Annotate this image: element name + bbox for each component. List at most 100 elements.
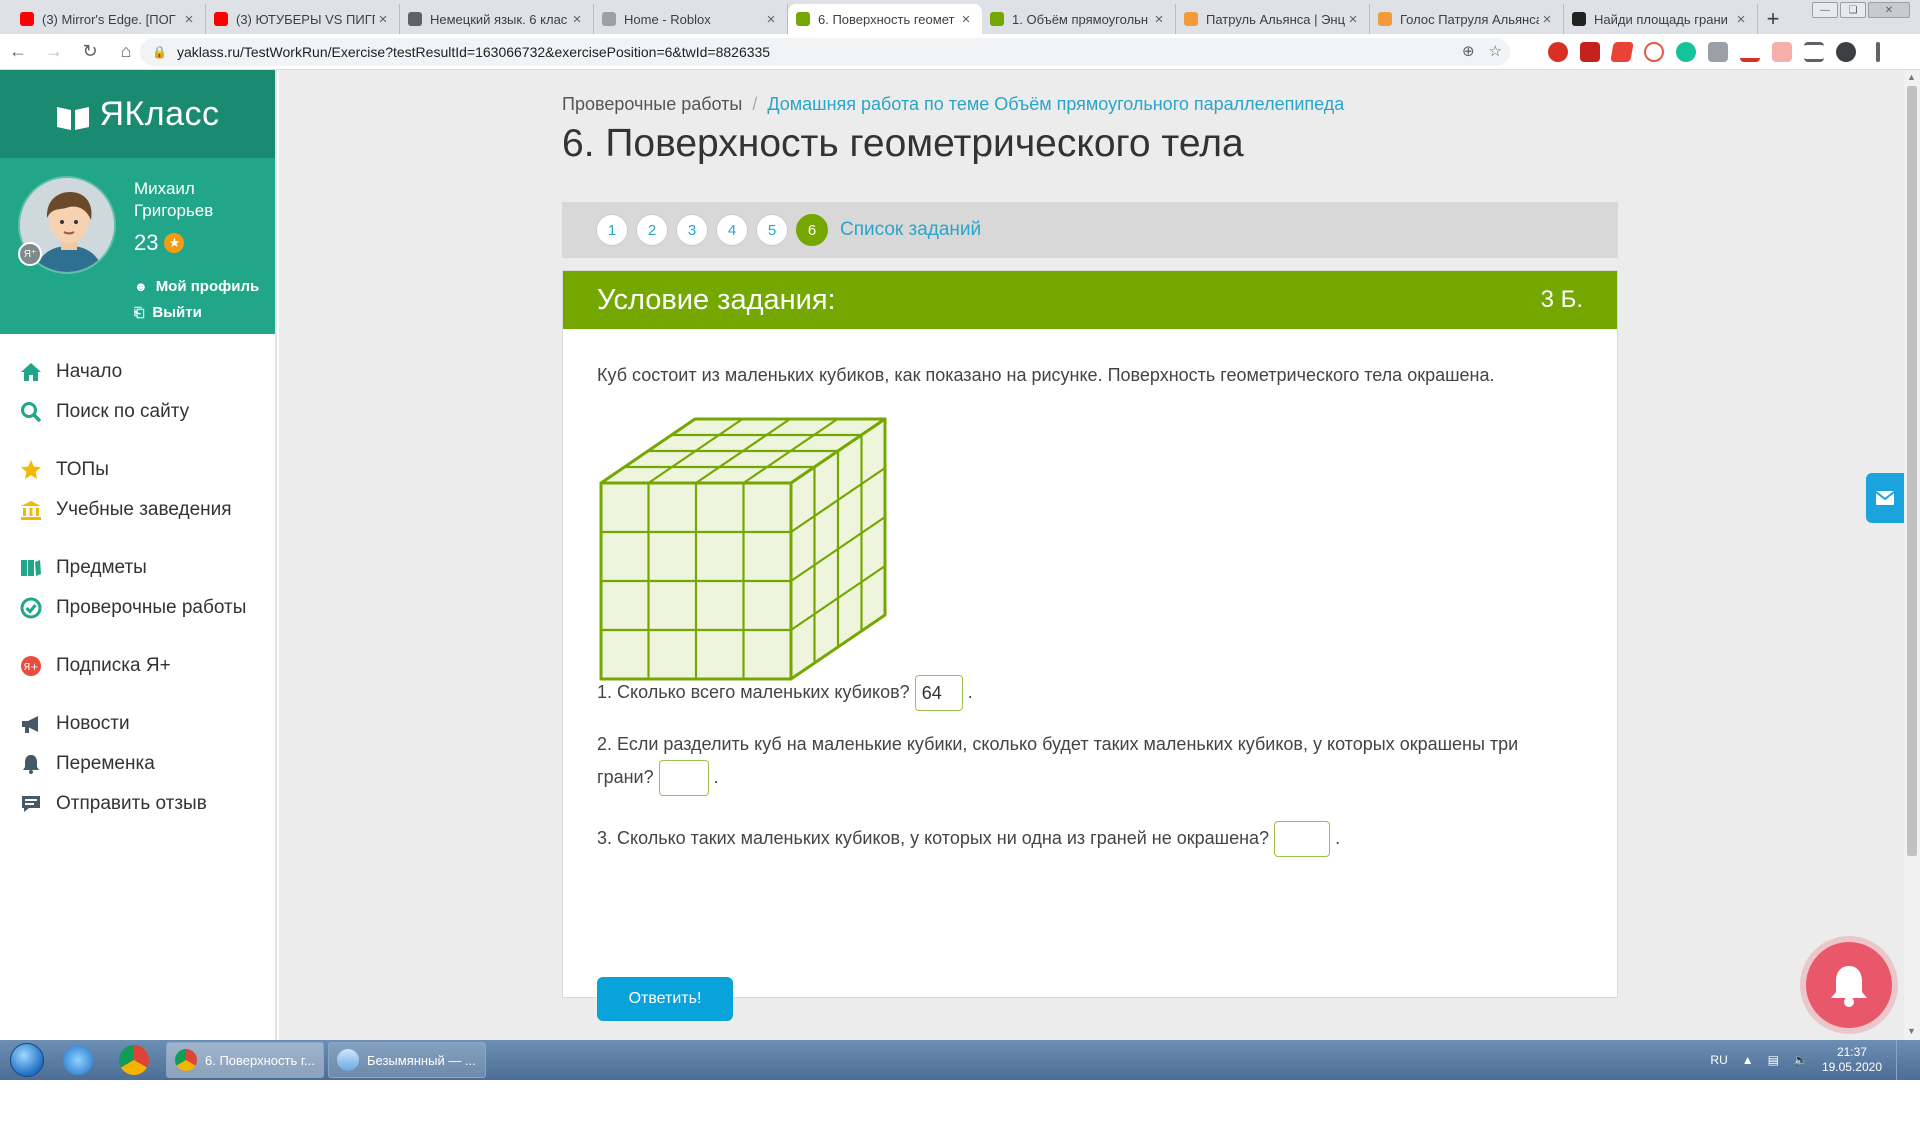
video-extension-icon[interactable] xyxy=(1580,42,1600,62)
sidebar-menu: Начало Поиск по сайту ТОПы Учебные заведени… xyxy=(0,334,275,824)
forward-button[interactable]: → xyxy=(36,34,72,70)
close-tab-icon[interactable]: × xyxy=(1151,11,1167,28)
taskbar-task[interactable]: Безымянный — ... xyxy=(328,1042,486,1078)
browser-tab-strip: (3) Mirror's Edge. [ПОГ × (3) ЮТУБЕРЫ VS П… xyxy=(0,0,1920,34)
home-button[interactable]: ⌂ xyxy=(108,34,144,70)
minimize-button[interactable]: — xyxy=(1812,2,1838,18)
bookmark-star-icon[interactable]: ☆ xyxy=(1489,42,1502,60)
show-desktop-button[interactable] xyxy=(1896,1040,1906,1080)
maximize-button[interactable]: ❏ xyxy=(1840,2,1866,18)
browser-tab[interactable]: (3) Mirror's Edge. [ПОГ × xyxy=(12,4,206,34)
close-window-button[interactable]: ✕ xyxy=(1868,2,1910,18)
reload-button[interactable]: ↻ xyxy=(72,34,108,70)
scrollbar-thumb[interactable] xyxy=(1907,86,1917,856)
submit-answer-button[interactable]: Ответить! xyxy=(597,977,733,1021)
breadcrumb-root[interactable]: Проверочные работы xyxy=(562,94,742,114)
sidebar-item[interactable]: Новости xyxy=(0,704,275,744)
clock[interactable]: 21:37 19.05.2020 xyxy=(1822,1045,1882,1075)
globe-icon xyxy=(408,12,422,26)
kebab-menu-icon[interactable] xyxy=(1876,42,1880,62)
network-icon[interactable]: ▤ xyxy=(1768,1053,1779,1067)
scroll-up-icon[interactable]: ▲ xyxy=(1907,72,1916,82)
scroll-down-icon[interactable]: ▼ xyxy=(1907,1026,1916,1036)
feedback-icon xyxy=(18,791,44,817)
sidebar-item[interactable]: Переменка xyxy=(0,744,275,784)
volume-icon[interactable]: 🔈 xyxy=(1793,1053,1808,1067)
back-button[interactable]: ← xyxy=(0,34,36,70)
browser-tab[interactable]: Немецкий язык. 6 клас × xyxy=(400,4,594,34)
chrome-icon xyxy=(119,1045,149,1075)
answer-1-input[interactable] xyxy=(914,675,963,711)
sidebar-item-label: Отправить отзыв xyxy=(56,793,207,814)
tray-expand-icon[interactable]: ▲ xyxy=(1742,1053,1754,1067)
browser-tab[interactable]: Патруль Альянса | Энц × xyxy=(1176,4,1370,34)
sidebar-item[interactable]: Поиск по сайту xyxy=(0,392,275,432)
tab-list: (3) Mirror's Edge. [ПОГ × (3) ЮТУБЕРЫ VS П… xyxy=(12,4,1758,34)
sidebar-item[interactable]: Начало xyxy=(0,352,275,392)
browser-tab[interactable]: Найди площадь грани × xyxy=(1564,4,1758,34)
exercise-step-button[interactable]: 6 xyxy=(796,214,828,246)
task-list-link[interactable]: Список заданий xyxy=(840,219,981,241)
my-profile-link[interactable]: ☻ Мой профиль xyxy=(134,278,259,295)
speed-extension-icon[interactable] xyxy=(1644,42,1664,62)
exercise-step-button[interactable]: 5 xyxy=(756,214,788,246)
exercise-step-button[interactable]: 2 xyxy=(636,214,668,246)
adblock-extension-icon[interactable] xyxy=(1548,42,1568,62)
start-button[interactable] xyxy=(4,1040,50,1080)
brand-logo[interactable]: ЯКласс xyxy=(0,70,275,158)
user-name[interactable]: Михаил Григорьев xyxy=(134,178,264,222)
page-scrollbar[interactable]: ▲ ▼ xyxy=(1904,70,1920,1040)
sidebar-item[interactable]: Отправить отзыв xyxy=(0,784,275,824)
exercise-step-button[interactable]: 4 xyxy=(716,214,748,246)
close-tab-icon[interactable]: × xyxy=(1345,11,1361,28)
browser-tab-title: Home - Roblox xyxy=(624,11,711,27)
notifications-button[interactable] xyxy=(1806,942,1892,1028)
new-tab-button[interactable]: + xyxy=(1758,4,1788,34)
pinned-chrome[interactable] xyxy=(106,1040,162,1080)
vpn-extension-icon[interactable] xyxy=(1740,42,1760,62)
cube-figure xyxy=(599,417,887,681)
close-tab-icon[interactable]: × xyxy=(958,11,974,28)
browser-tab[interactable]: (3) ЮТУБЕРЫ VS ПИГГ × xyxy=(206,4,400,34)
browser-tab[interactable]: 6. Поверхность геомет × xyxy=(788,4,982,34)
close-tab-icon[interactable]: × xyxy=(375,11,391,28)
browser-tab[interactable]: Home - Roblox × xyxy=(594,4,788,34)
menu-extension-icon[interactable] xyxy=(1804,42,1824,62)
answer-3-input[interactable] xyxy=(1274,821,1331,857)
close-tab-icon[interactable]: × xyxy=(1539,11,1555,28)
sidebar-item[interactable]: Я+ Подписка Я+ xyxy=(0,646,275,686)
browser-tab[interactable]: 1. Объём прямоугольн × xyxy=(982,4,1176,34)
exercise-step-button[interactable]: 3 xyxy=(676,214,708,246)
sidebar-item[interactable]: Предметы xyxy=(0,548,275,588)
task-points: 3 Б. xyxy=(1540,286,1583,313)
bag-extension-icon[interactable] xyxy=(1772,42,1792,62)
sidebar-item[interactable]: Учебные заведения xyxy=(0,490,275,530)
profile-avatar-icon[interactable] xyxy=(1836,42,1856,62)
my-profile-label: Мой профиль xyxy=(155,278,260,295)
address-bar[interactable]: 🔒 yaklass.ru/TestWorkRun/Exercise?testRe… xyxy=(140,38,1510,66)
input-language[interactable]: RU xyxy=(1710,1053,1727,1067)
close-tab-icon[interactable]: × xyxy=(763,11,779,28)
answer-2-input[interactable] xyxy=(658,760,709,796)
pinned-ie[interactable] xyxy=(50,1040,106,1080)
sidebar-item[interactable]: Проверочные работы xyxy=(0,588,275,628)
exercise-step-button[interactable]: 1 xyxy=(596,214,628,246)
logout-link[interactable]: ⎗ Выйти xyxy=(134,304,202,321)
red-extension-icon[interactable] xyxy=(1610,42,1634,62)
clock-time: 21:37 xyxy=(1836,1045,1867,1059)
sidebar-item[interactable]: ТОПы xyxy=(0,450,275,490)
install-icon[interactable]: ⊕ xyxy=(1462,42,1475,60)
browser-tab[interactable]: Голос Патруля Альянса × xyxy=(1370,4,1564,34)
arrow-left-icon: ← xyxy=(9,41,27,61)
close-tab-icon[interactable]: × xyxy=(1733,11,1749,28)
user-circle-icon: ☻ xyxy=(134,279,148,294)
taskbar-task[interactable]: 6. Поверхность г... xyxy=(166,1042,324,1078)
close-tab-icon[interactable]: × xyxy=(181,11,197,28)
grey-extension-icon[interactable] xyxy=(1708,42,1728,62)
grammarly-extension-icon[interactable] xyxy=(1676,42,1696,62)
close-tab-icon[interactable]: × xyxy=(569,11,585,28)
logout-label: Выйти xyxy=(152,304,202,321)
feedback-mail-button[interactable] xyxy=(1866,473,1904,523)
user-points: 23 ★ xyxy=(134,230,185,256)
breadcrumb-link[interactable]: Домашняя работа по теме Объём прямоуголь… xyxy=(767,94,1344,114)
